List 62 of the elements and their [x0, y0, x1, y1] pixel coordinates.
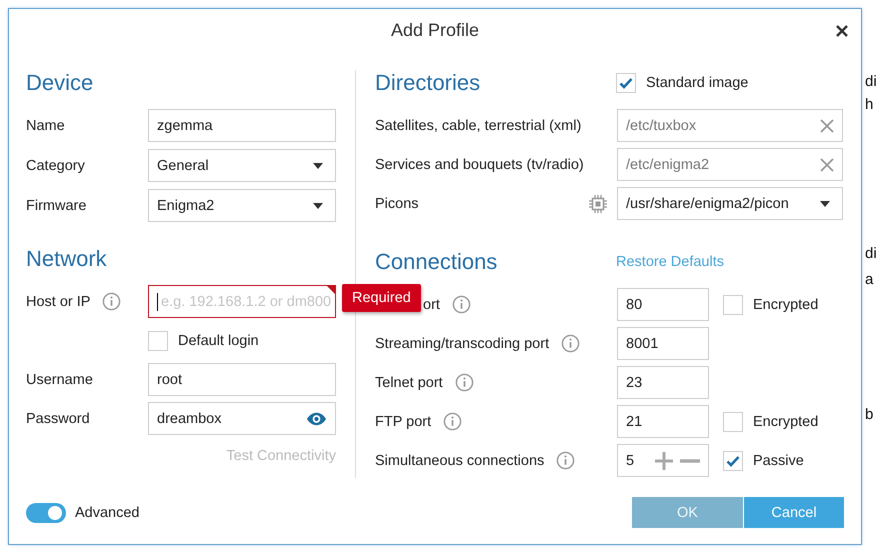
info-icon[interactable] — [561, 334, 580, 353]
background-text: a — [865, 271, 874, 289]
number-field[interactable]: 23 — [617, 366, 709, 399]
background-text: di — [865, 73, 876, 91]
info-icon[interactable] — [443, 412, 462, 431]
section-heading: Network — [26, 245, 108, 273]
number-stepper[interactable]: 5 — [617, 444, 709, 477]
checkbox[interactable] — [616, 73, 636, 93]
text-field[interactable]: root — [148, 363, 336, 396]
checkbox-label: Passive — [753, 452, 804, 468]
field-label: Username — [26, 372, 93, 388]
text-field[interactable]: zgemma — [148, 109, 336, 142]
toggle-label: Advanced — [75, 504, 140, 520]
background-text: h — [865, 96, 874, 114]
field-label: Category — [26, 158, 86, 174]
section-heading: Device — [26, 69, 94, 97]
plus-icon[interactable] — [654, 450, 674, 470]
number-field[interactable]: 8001 — [617, 327, 709, 360]
field-label: FTP port — [375, 414, 432, 430]
info-icon[interactable] — [454, 373, 474, 392]
dropdown[interactable]: General — [148, 149, 336, 182]
number-field[interactable]: 21 — [617, 405, 709, 438]
field-label: Picons — [375, 196, 419, 212]
background-text: di — [865, 245, 876, 263]
error-tooltip: Required — [342, 284, 421, 312]
checkbox-label: Encrypted — [753, 296, 818, 312]
clear-icon[interactable] — [820, 118, 834, 132]
field-label: Password — [26, 410, 90, 426]
background-text: b — [865, 406, 874, 424]
info-icon[interactable] — [102, 292, 122, 311]
section-heading: Connections — [375, 248, 498, 276]
field-label: Streaming/transcoding port — [375, 336, 550, 352]
number-field[interactable]: 80 — [617, 288, 709, 321]
field-label: Simultaneous connections — [375, 452, 544, 468]
field-label: Telnet port — [375, 374, 443, 390]
dropdown[interactable]: /usr/share/enigma2/picon — [617, 187, 843, 220]
checkbox-label: Encrypted — [753, 414, 818, 430]
checkbox[interactable] — [723, 412, 743, 432]
checkbox-label: Standard image — [646, 75, 748, 91]
dropdown[interactable]: Enigma2 — [148, 189, 336, 222]
checkbox[interactable] — [723, 294, 743, 314]
eye-icon[interactable] — [306, 412, 327, 426]
field-label: Services and bouquets (tv/radio) — [375, 156, 584, 172]
password-field[interactable]: dreambox — [148, 402, 336, 435]
checkbox-label: Default login — [178, 332, 259, 348]
caret-icon — [820, 200, 830, 206]
caret-icon — [313, 202, 323, 208]
field-label: Firmware — [26, 198, 88, 214]
section-heading: Directories — [375, 69, 482, 97]
checkbox[interactable] — [148, 330, 168, 350]
field-label: Name — [26, 118, 66, 134]
checkbox[interactable] — [723, 450, 743, 470]
info-icon[interactable] — [452, 295, 471, 314]
clear-icon[interactable] — [820, 158, 834, 172]
toggle-switch[interactable] — [26, 502, 66, 522]
close-icon[interactable] — [836, 25, 848, 37]
info-icon[interactable] — [556, 451, 576, 470]
minus-icon[interactable] — [680, 458, 700, 462]
dialog-title: Add Profile — [390, 20, 480, 41]
caret-icon — [313, 162, 323, 168]
field-label: Satellites, cable, terrestrial (xml) — [375, 118, 582, 134]
field-label: Host or IP — [26, 294, 90, 310]
